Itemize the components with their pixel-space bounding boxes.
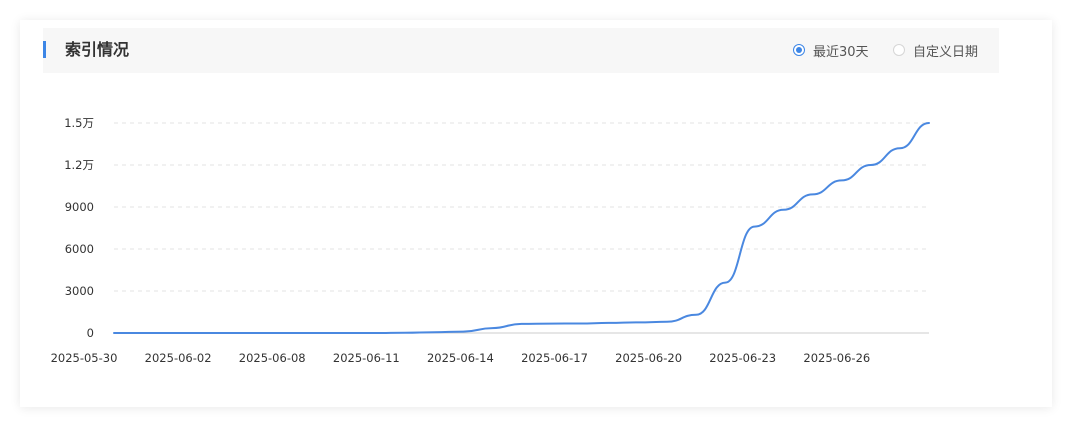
- y-tick-label: 6000: [65, 242, 94, 256]
- x-tick-label: 2025-06-02: [145, 351, 212, 365]
- index-series-line: [113, 122, 930, 334]
- x-tick-label: 2025-06-14: [427, 351, 494, 365]
- y-tick-label: 9000: [65, 200, 94, 214]
- y-tick-label: 1.2万: [64, 158, 94, 172]
- x-tick-label: 2025-06-26: [803, 351, 870, 365]
- index-status-card: 索引情况 最近30天 自定义日期 0 3000 6000 9000 1.2万 1.5万 20…: [20, 20, 1052, 407]
- y-tick-label: 1.5万: [64, 116, 94, 130]
- x-tick-label: 2025-06-20: [615, 351, 682, 365]
- y-tick-label: 0: [87, 326, 94, 340]
- x-tick-label: 2025-05-30: [51, 351, 118, 365]
- y-tick-label: 3000: [65, 284, 94, 298]
- index-line-chart: 0 3000 6000 9000 1.2万 1.5万 2025-05-30 2025-06-0…: [51, 116, 930, 365]
- x-tick-label: 2025-06-08: [239, 351, 306, 365]
- x-tick-label: 2025-06-11: [333, 351, 400, 365]
- x-tick-label: 2025-06-23: [709, 351, 776, 365]
- x-tick-label: 2025-06-17: [521, 351, 588, 365]
